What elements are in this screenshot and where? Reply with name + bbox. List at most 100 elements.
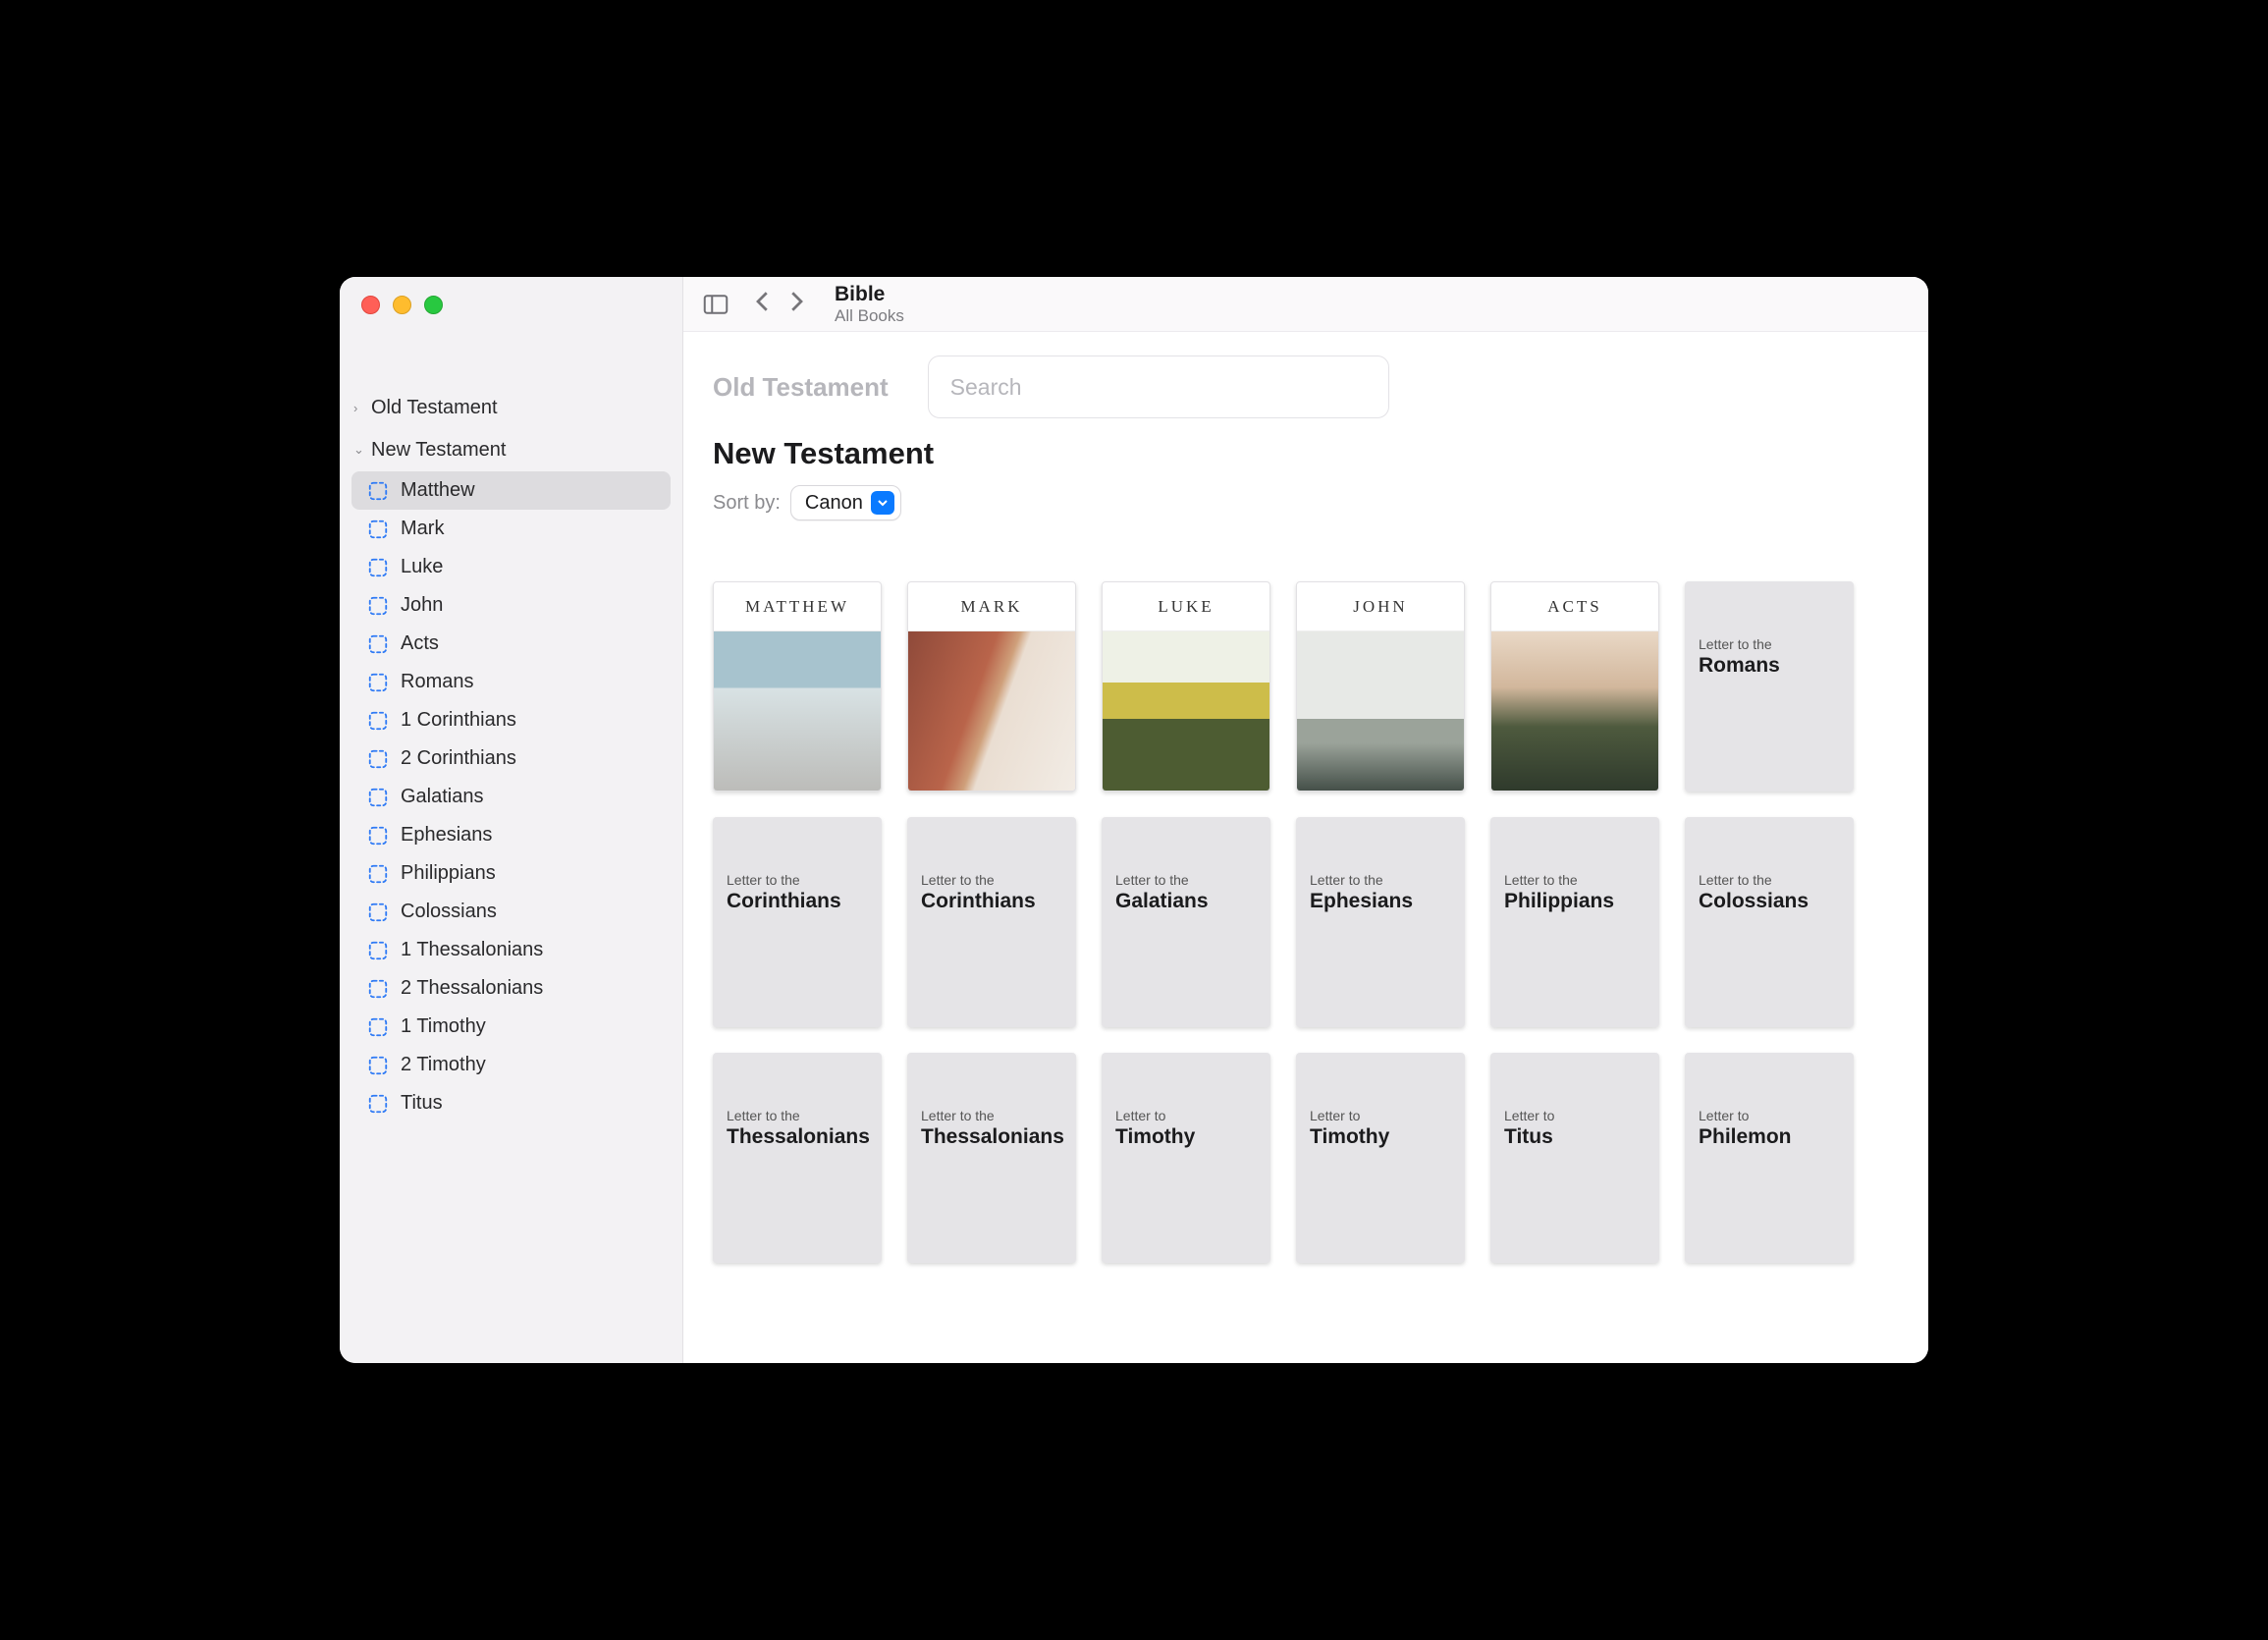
sidebar-item[interactable]: Luke [340, 548, 682, 586]
sidebar-group-new-testament[interactable]: ⌄ New Testament [340, 429, 682, 471]
book-pretitle: Letter to the [1504, 872, 1646, 888]
sidebar-item-label: 1 Timothy [401, 1015, 486, 1038]
sidebar-item[interactable]: 1 Corinthians [340, 701, 682, 739]
book-name: Galatians [1115, 890, 1257, 913]
book-card[interactable]: Letter to thePhilippians [1490, 817, 1659, 1027]
book-pretitle: Letter to the [1310, 872, 1451, 888]
book-bracket-icon [367, 1093, 389, 1115]
window-controls [340, 277, 682, 332]
book-card[interactable]: MARK [907, 581, 1076, 792]
book-card[interactable]: Letter to Timothy [1296, 1053, 1465, 1263]
sidebar-item-label: Acts [401, 632, 439, 655]
book-cover-title: MATTHEW [714, 582, 881, 631]
book-cover-title: LUKE [1103, 582, 1269, 631]
book-card[interactable]: Letter to theRomans [1685, 581, 1854, 792]
sidebar-item-label: Titus [401, 1092, 443, 1115]
forward-button[interactable] [782, 287, 811, 321]
sidebar-item-label: John [401, 594, 443, 617]
sidebar-item[interactable]: Matthew [351, 471, 671, 510]
book-bracket-icon [367, 672, 389, 693]
content: Old Testament New Testament Sort by: Can… [683, 332, 1928, 1286]
sidebar-item-label: Matthew [401, 479, 475, 502]
sidebar-item-label: Philippians [401, 862, 496, 885]
book-pretitle: Letter to the [1699, 872, 1840, 888]
main-area: Bible All Books Old Testament New Testam… [683, 277, 1928, 1363]
sidebar-item[interactable]: Galatians [340, 778, 682, 816]
book-card[interactable]: Letter to theColossians [1685, 817, 1854, 1027]
sidebar-tree: › Old Testament ⌄ New Testament Matthew M… [340, 332, 682, 1122]
sort-row: Sort by: Canon [713, 485, 1899, 520]
book-bracket-icon [367, 863, 389, 885]
sidebar-item-label: 2 Corinthians [401, 747, 516, 770]
sidebar: › Old Testament ⌄ New Testament Matthew M… [340, 277, 683, 1363]
book-name: Thessalonians [921, 1125, 1062, 1149]
sidebar-item[interactable]: 2 Timothy [340, 1046, 682, 1084]
book-card[interactable]: Letter to the Ephesians [1296, 817, 1465, 1027]
book-pretitle: Letter to the [921, 872, 1062, 888]
chevron-down-icon [871, 491, 894, 515]
sidebar-item-label: 2 Timothy [401, 1054, 486, 1076]
book-card[interactable]: Letter to theThessalonians [713, 1053, 882, 1263]
sidebar-item[interactable]: 1 Thessalonians [340, 931, 682, 969]
book-name: Timothy [1310, 1125, 1451, 1149]
book-card[interactable]: Letter to the Galatians [1102, 817, 1270, 1027]
book-card[interactable]: Letter toTimothy [1102, 1053, 1270, 1263]
sort-select[interactable]: Canon [790, 485, 901, 520]
book-cover-image [1491, 631, 1658, 791]
book-name: Romans [1699, 654, 1840, 678]
sidebar-item[interactable]: 1 Timothy [340, 1008, 682, 1046]
sidebar-item[interactable]: Mark [340, 510, 682, 548]
book-card[interactable]: ACTS [1490, 581, 1659, 792]
sidebar-item[interactable]: 2 Corinthians [340, 739, 682, 778]
book-cover-title: JOHN [1297, 582, 1464, 631]
book-bracket-icon [367, 710, 389, 732]
sort-value: Canon [805, 492, 863, 515]
book-cover-image [1103, 631, 1269, 791]
sidebar-item[interactable]: Philippians [340, 854, 682, 893]
book-pretitle: Letter to [1699, 1108, 1840, 1123]
book-name: Timothy [1115, 1125, 1257, 1149]
book-card[interactable]: Letter toTitus [1490, 1053, 1659, 1263]
sidebar-item[interactable]: 2 Thessalonians [340, 969, 682, 1008]
book-bracket-icon [367, 480, 389, 502]
sidebar-item[interactable]: Ephesians [340, 816, 682, 854]
sidebar-item-label: 1 Corinthians [401, 709, 516, 732]
book-card[interactable]: JOHN [1296, 581, 1465, 792]
book-bracket-icon [367, 825, 389, 847]
minimize-window-button[interactable] [393, 296, 411, 314]
search-input[interactable] [928, 355, 1389, 418]
book-pretitle: Letter to the [1115, 872, 1257, 888]
sidebar-item-label: Galatians [401, 786, 484, 808]
book-cover-image [908, 631, 1075, 791]
sidebar-item-label: Luke [401, 556, 443, 578]
sidebar-item[interactable]: Romans [340, 663, 682, 701]
book-card[interactable]: MATTHEW [713, 581, 882, 792]
sidebar-item[interactable]: Titus [340, 1084, 682, 1122]
toggle-sidebar-button[interactable] [701, 290, 730, 319]
book-card[interactable]: Letter toPhilemon [1685, 1053, 1854, 1263]
book-pretitle: Letter to [1310, 1108, 1451, 1123]
page-subtitle: All Books [835, 306, 904, 326]
close-window-button[interactable] [361, 296, 380, 314]
book-card[interactable]: LUKE [1102, 581, 1270, 792]
book-name: Ephesians [1310, 890, 1451, 913]
book-name: Titus [1504, 1125, 1646, 1149]
book-bracket-icon [367, 748, 389, 770]
book-bracket-icon [367, 902, 389, 923]
fullscreen-window-button[interactable] [424, 296, 443, 314]
book-bracket-icon [367, 1016, 389, 1038]
page-title: Bible [835, 283, 904, 306]
app-window: › Old Testament ⌄ New Testament Matthew M… [340, 277, 1928, 1363]
sidebar-item-label: Colossians [401, 901, 497, 923]
book-card[interactable]: Letter to theThessalonians [907, 1053, 1076, 1263]
back-button[interactable] [748, 287, 778, 321]
sidebar-item[interactable]: Acts [340, 625, 682, 663]
sidebar-item[interactable]: Colossians [340, 893, 682, 931]
section-old-testament-heading[interactable]: Old Testament [713, 372, 889, 403]
book-card[interactable]: Letter to theCorinthians [907, 817, 1076, 1027]
sidebar-group-old-testament[interactable]: › Old Testament [340, 387, 682, 429]
sort-label: Sort by: [713, 492, 781, 515]
sidebar-item[interactable]: John [340, 586, 682, 625]
sidebar-item-label: Ephesians [401, 824, 492, 847]
book-card[interactable]: Letter to theCorinthians [713, 817, 882, 1027]
